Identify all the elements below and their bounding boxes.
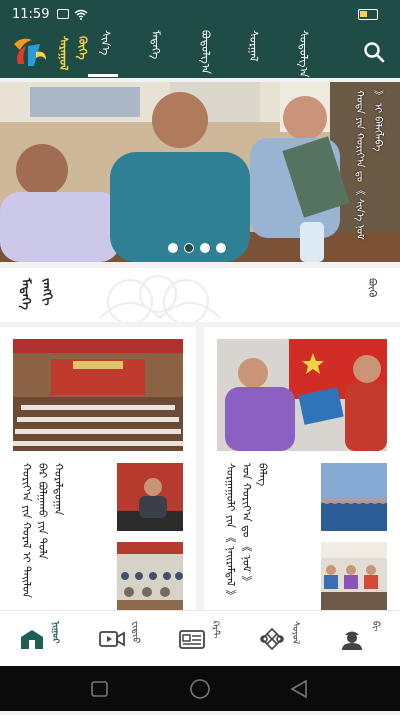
card-thumb-group-photo xyxy=(321,463,387,531)
search-icon[interactable] xyxy=(362,40,386,64)
app-header: ᠰᠠᠷᠠᠭᠤᠯ ᠬᠥᠭᠡ ᠰᠢᠨ᠎ᠡ ᠮᠡᠳᠡᠭᠡ ᠪᠣᠳᠣᠯᠭ᠎ᠠ ᠰᠤᠷᠭᠠ… xyxy=(0,28,400,78)
knot-icon xyxy=(260,627,284,651)
video-icon xyxy=(99,631,125,647)
card-thumb-audience xyxy=(117,542,183,610)
banner-photo xyxy=(0,82,400,262)
bottom-nav-label: ᠪᠢ xyxy=(370,621,380,632)
card-image-conference-hall xyxy=(13,339,183,451)
carousel-dot[interactable] xyxy=(216,243,226,253)
banner-caption: ᠬᠣᠲᠠ ᠶᠢᠨ ᠬᠣᠷᠢᠶ᠎ᠠ ᠳᠤ 《 ᠰᠢᠨ᠎ᠡ ᠨᠣᠮ 》 ᠢ ᠪᠡᠯᠡ… xyxy=(354,90,383,240)
decorative-knot-pattern xyxy=(99,275,221,322)
bottom-nav-label: ᠰᠣᠶᠣᠯ xyxy=(290,621,300,645)
tab-education[interactable]: ᠰᠤᠷᠭᠠᠯ xyxy=(246,30,265,74)
carousel-dot[interactable] xyxy=(200,243,210,253)
tab-news[interactable]: ᠮᠡᠳᠡᠭᠡ xyxy=(148,30,167,74)
news-card[interactable]: ᠰᠤᠷᠭᠠᠭᠤᠯᠢ ᠶᠢᠨ 《 ᠨᠠᠢᠷᠠᠮᠳᠠᠯ 》 ᠤᠨ ᠬᠣᠷᠢᠶ᠎ᠠ ᠳ… xyxy=(204,327,400,610)
id-card-icon xyxy=(179,630,205,649)
bottom-nav-card[interactable]: ᠺᠠᠷᠲ xyxy=(178,619,226,659)
carousel-dots xyxy=(168,243,226,253)
home-button[interactable] xyxy=(190,679,210,699)
tab-new[interactable]: ᠰᠢᠨ᠎ᠡ xyxy=(98,30,117,74)
status-time: 11:59 xyxy=(12,6,50,22)
back-button[interactable] xyxy=(290,679,307,699)
banner-carousel[interactable]: ᠬᠣᠲᠠ ᠶᠢᠨ ᠬᠣᠷᠢᠶ᠎ᠠ ᠳᠤ 《 ᠰᠢᠨ᠎ᠡ ᠨᠣᠮ 》 ᠢ ᠪᠡᠯᠡ… xyxy=(0,82,400,262)
user-icon xyxy=(342,631,362,650)
bottom-nav-profile[interactable]: ᠪᠢ xyxy=(338,619,386,659)
wifi-icon xyxy=(75,9,88,20)
card-headline: ᠰᠤᠷᠭᠠᠭᠤᠯᠢ ᠶᠢᠨ 《 ᠨᠠᠢᠷᠠᠮᠳᠠᠯ 》 ᠤᠨ ᠬᠣᠷᠢᠶ᠎ᠠ ᠳ… xyxy=(224,463,269,601)
card-thumb-speaker xyxy=(117,463,183,531)
carousel-dot-active[interactable] xyxy=(184,243,194,253)
bottom-nav-label: ᠨᠢᠭᠤᠷ xyxy=(50,621,60,644)
system-nav-bar xyxy=(0,666,400,711)
section-title: ᠮᠡᠳᠡᠭᠡ ᠵᠠᠩᠭᠢ xyxy=(19,278,54,310)
card-thumb-classroom xyxy=(321,542,387,610)
home-icon xyxy=(21,630,43,649)
app-name: ᠰᠠᠷᠠᠭᠤᠯ ᠬᠥᠭᠡ xyxy=(57,36,89,71)
bottom-nav: ᠨᠢᠭᠤᠷ ᠸᠢᠳᠢᠣ ᠺᠠᠷᠲ ᠰᠣᠶᠣᠯ ᠪᠢ xyxy=(0,610,400,666)
section-more-link[interactable]: ᠪᠦᠬᠦ xyxy=(366,278,384,312)
bottom-nav-label: ᠸᠢᠳᠢᠣ xyxy=(130,621,140,644)
notification-icon xyxy=(57,9,70,19)
battery-icon xyxy=(358,9,378,20)
bottom-nav-video[interactable]: ᠸᠢᠳᠢᠣ xyxy=(98,619,146,659)
app-logo xyxy=(14,38,46,66)
bottom-nav-culture[interactable]: ᠰᠣᠶᠣᠯ xyxy=(258,619,306,659)
news-card[interactable]: ᠬᠣᠷᠢᠶ᠎ᠠ ᠶᠢᠨ ᠬᠤᠷᠠᠯ ᠢ ᠲᠠᠢᠯᠤᠨ ᠪᠠᠷ ᠪᠣᠯᠭᠠᠬᠤ ᠶ… xyxy=(0,327,196,610)
tab-policy[interactable]: ᠪᠣᠳᠣᠯᠭ᠎ᠠ xyxy=(198,30,217,74)
bottom-nav-home[interactable]: ᠨᠢᠭᠤᠷ xyxy=(18,619,66,659)
tab-active-indicator xyxy=(88,74,118,77)
tab-research[interactable]: ᠰᠤᠳᠤᠯᠭ᠎ᠠ xyxy=(296,30,315,78)
section-header: ᠮᠡᠳᠡᠭᠡ ᠵᠠᠩᠭᠢ ᠪᠦᠬᠦ xyxy=(0,268,400,322)
recents-button[interactable] xyxy=(91,681,108,697)
card-image-award-ceremony xyxy=(217,339,387,451)
bottom-nav-label: ᠺᠠᠷᠲ xyxy=(210,621,220,639)
status-bar: 11:59 xyxy=(0,0,400,28)
card-headline: ᠬᠣᠷᠢᠶ᠎ᠠ ᠶᠢᠨ ᠬᠤᠷᠠᠯ ᠢ ᠲᠠᠢᠯᠤᠨ ᠪᠠᠷ ᠪᠣᠯᠭᠠᠬᠤ ᠶ… xyxy=(20,463,65,598)
carousel-dot[interactable] xyxy=(168,243,178,253)
